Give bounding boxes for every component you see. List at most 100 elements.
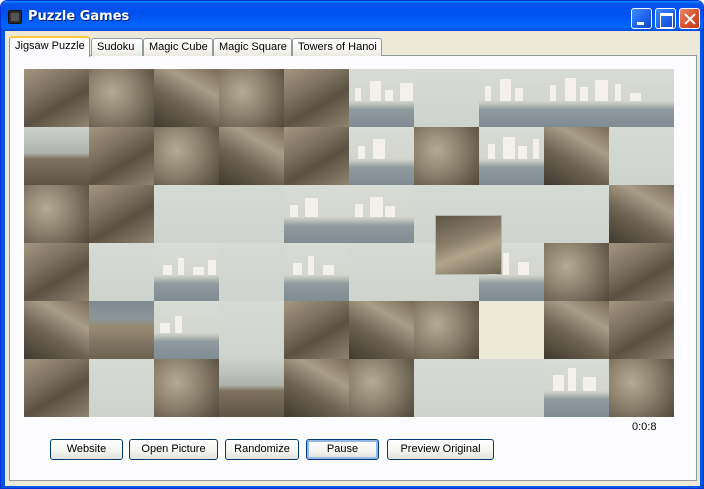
puzzle-tile[interactable] <box>609 127 674 185</box>
building-shape <box>400 83 413 101</box>
window-frame-right <box>700 31 703 488</box>
puzzle-tile[interactable] <box>219 301 284 359</box>
puzzle-tile[interactable] <box>154 359 219 417</box>
puzzle-tile[interactable] <box>24 127 89 185</box>
minimize-icon[interactable] <box>631 8 652 29</box>
app-window: Puzzle Games Jigsaw Puzzle Sudoku Magic … <box>0 0 704 489</box>
tab-magic-square[interactable]: Magic Square <box>213 38 292 56</box>
puzzle-tile[interactable] <box>24 185 89 243</box>
puzzle-tile[interactable] <box>609 243 674 301</box>
puzzle-tile[interactable] <box>609 185 674 243</box>
pause-button[interactable]: Pause <box>306 439 379 460</box>
tab-jigsaw-puzzle[interactable]: Jigsaw Puzzle <box>9 36 90 57</box>
puzzle-tile[interactable] <box>284 243 349 301</box>
puzzle-tile[interactable] <box>219 69 284 127</box>
puzzle-tile[interactable] <box>414 127 479 185</box>
building-shape <box>175 316 182 333</box>
puzzle-tile[interactable] <box>609 359 674 417</box>
randomize-button[interactable]: Randomize <box>225 439 299 460</box>
close-icon[interactable] <box>679 8 700 29</box>
maximize-icon[interactable] <box>655 8 676 29</box>
building-shape <box>550 85 556 101</box>
app-icon[interactable] <box>8 10 22 24</box>
building-shape <box>208 260 216 275</box>
puzzle-tile[interactable] <box>89 359 154 417</box>
puzzle-tile[interactable] <box>544 301 609 359</box>
website-button[interactable]: Website <box>50 439 123 460</box>
puzzle-tile[interactable] <box>89 127 154 185</box>
puzzle-tile[interactable] <box>479 127 544 185</box>
puzzle-tile[interactable] <box>24 359 89 417</box>
tab-magic-cube[interactable]: Magic Cube <box>143 38 213 56</box>
puzzle-tile[interactable] <box>609 69 674 127</box>
puzzle-tile[interactable] <box>24 301 89 359</box>
building-shape <box>485 86 491 101</box>
tab-towers-of-hanoi[interactable]: Towers of Hanoi <box>292 38 382 56</box>
puzzle-tile[interactable] <box>154 127 219 185</box>
puzzle-tile[interactable] <box>544 69 609 127</box>
tab-sudoku[interactable]: Sudoku <box>91 38 143 56</box>
puzzle-tile[interactable] <box>544 127 609 185</box>
puzzle-tile[interactable] <box>544 243 609 301</box>
puzzle-tile[interactable] <box>479 69 544 127</box>
building-shape <box>178 258 184 275</box>
puzzle-tile[interactable] <box>89 185 154 243</box>
elapsed-timer: 0:0:8 <box>632 421 657 433</box>
puzzle-tile[interactable] <box>414 69 479 127</box>
building-shape <box>305 198 318 217</box>
puzzle-tile[interactable] <box>89 69 154 127</box>
puzzle-tile[interactable] <box>219 185 284 243</box>
building-shape <box>355 204 363 217</box>
puzzle-tile[interactable] <box>154 185 219 243</box>
building-shape <box>500 79 511 101</box>
building-shape <box>503 137 515 159</box>
building-shape <box>515 88 523 101</box>
puzzle-tile[interactable] <box>609 301 674 359</box>
building-shape <box>355 88 361 101</box>
dragged-puzzle-tile[interactable] <box>436 216 501 274</box>
building-shape <box>358 146 365 159</box>
puzzle-tile[interactable] <box>284 69 349 127</box>
building-shape <box>488 144 495 159</box>
puzzle-tile[interactable] <box>544 359 609 417</box>
puzzle-tile[interactable] <box>284 359 349 417</box>
puzzle-tile[interactable] <box>284 127 349 185</box>
puzzle-tile[interactable] <box>349 243 414 301</box>
building-shape <box>293 263 302 275</box>
building-shape <box>193 267 204 275</box>
puzzle-tile[interactable] <box>284 301 349 359</box>
building-shape <box>308 256 314 275</box>
puzzle-tile[interactable] <box>154 69 219 127</box>
puzzle-tile[interactable] <box>349 185 414 243</box>
puzzle-tile[interactable] <box>349 359 414 417</box>
puzzle-tile[interactable] <box>479 301 544 359</box>
open-picture-button[interactable]: Open Picture <box>129 439 218 460</box>
puzzle-tile[interactable] <box>414 359 479 417</box>
building-shape <box>580 87 588 101</box>
building-shape <box>595 80 608 101</box>
building-shape <box>518 146 527 159</box>
puzzle-tile[interactable] <box>219 127 284 185</box>
puzzle-tile[interactable] <box>544 185 609 243</box>
jigsaw-board[interactable] <box>24 69 674 417</box>
title-bar[interactable]: Puzzle Games <box>1 1 703 31</box>
building-shape <box>370 81 381 101</box>
puzzle-tile[interactable] <box>349 69 414 127</box>
building-shape <box>533 139 539 159</box>
building-shape <box>290 205 298 217</box>
puzzle-tile[interactable] <box>24 69 89 127</box>
puzzle-tile[interactable] <box>154 301 219 359</box>
puzzle-tile[interactable] <box>284 185 349 243</box>
puzzle-tile[interactable] <box>219 243 284 301</box>
puzzle-tile[interactable] <box>219 359 284 417</box>
puzzle-tile[interactable] <box>24 243 89 301</box>
puzzle-tile[interactable] <box>154 243 219 301</box>
puzzle-tile[interactable] <box>349 301 414 359</box>
preview-original-button[interactable]: Preview Original <box>387 439 494 460</box>
puzzle-tile[interactable] <box>414 301 479 359</box>
puzzle-tile[interactable] <box>89 301 154 359</box>
puzzle-tile[interactable] <box>479 359 544 417</box>
puzzle-tile[interactable] <box>349 127 414 185</box>
puzzle-tile[interactable] <box>89 243 154 301</box>
building-shape <box>385 90 393 101</box>
